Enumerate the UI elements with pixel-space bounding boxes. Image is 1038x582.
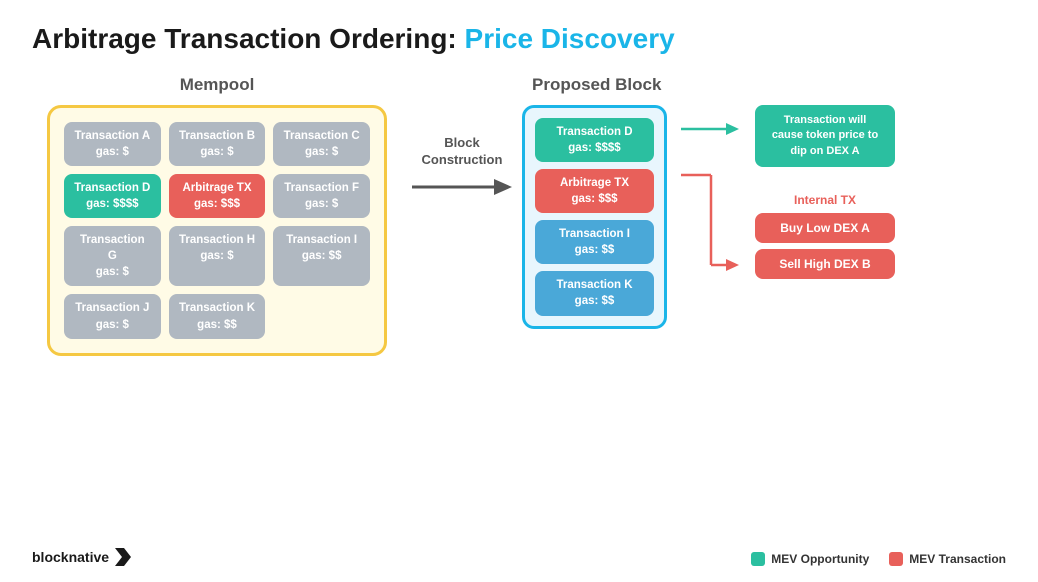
arrow-section: BlockConstruction xyxy=(402,135,522,201)
legend-mev-transaction-label: MEV Transaction xyxy=(909,552,1006,566)
tx-g: Transaction Ggas: $ xyxy=(64,226,161,286)
legend-mev-transaction: MEV Transaction xyxy=(889,552,1006,566)
internal-tx-label: Internal TX xyxy=(755,193,895,207)
mempool-section: Mempool Transaction Agas: $ Transaction … xyxy=(32,75,402,356)
mempool-label: Mempool xyxy=(180,75,255,95)
block-content: Transaction Dgas: $$$$ Arbitrage TXgas: … xyxy=(522,105,1006,329)
proposed-block-section: Proposed Block Transaction Dgas: $$$$ Ar… xyxy=(522,75,1006,329)
block-tx-i: Transaction Igas: $$ xyxy=(535,220,654,264)
title-main: Arbitrage Transaction Ordering: xyxy=(32,23,465,54)
block-tx-arb: Arbitrage TXgas: $$$ xyxy=(535,169,654,213)
internal-tx-box: Internal TX Buy Low DEX A Sell High DEX … xyxy=(755,193,895,279)
logo-text: blocknative xyxy=(32,549,109,565)
block-tx-k: Transaction Kgas: $$ xyxy=(535,271,654,315)
connecting-arrows-svg xyxy=(681,105,741,305)
sell-high-card: Sell High DEX B xyxy=(755,249,895,279)
tx-b: Transaction Bgas: $ xyxy=(169,122,266,166)
logo: blocknative xyxy=(32,548,131,566)
tx-h: Transaction Hgas: $ xyxy=(169,226,266,286)
legend-dot-red xyxy=(889,552,903,566)
legend-mev-opportunity: MEV Opportunity xyxy=(751,552,869,566)
tx-d: Transaction Dgas: $$$$ xyxy=(64,174,161,218)
logo-icon xyxy=(113,548,131,566)
proposed-block-box: Transaction Dgas: $$$$ Arbitrage TXgas: … xyxy=(522,105,667,329)
block-tx-d: Transaction Dgas: $$$$ xyxy=(535,118,654,162)
title-accent: Price Discovery xyxy=(465,23,675,54)
main-arrow xyxy=(412,173,512,201)
tx-c: Transaction Cgas: $ xyxy=(273,122,370,166)
tx-a: Transaction Agas: $ xyxy=(64,122,161,166)
tx-j: Transaction Jgas: $ xyxy=(64,294,161,338)
legend-mev-opportunity-label: MEV Opportunity xyxy=(771,552,869,566)
main-content: Mempool Transaction Agas: $ Transaction … xyxy=(32,75,1006,566)
arrow-label: BlockConstruction xyxy=(422,135,503,169)
internal-tx-cards: Buy Low DEX A Sell High DEX B xyxy=(755,213,895,279)
page-title: Arbitrage Transaction Ordering: Price Di… xyxy=(32,24,1006,55)
tx-k: Transaction Kgas: $$ xyxy=(169,294,266,338)
legend-dot-teal xyxy=(751,552,765,566)
annotations: Transaction will cause token price to di… xyxy=(755,105,895,279)
buy-low-card: Buy Low DEX A xyxy=(755,213,895,243)
tx-f: Transaction Fgas: $ xyxy=(273,174,370,218)
legend: MEV Opportunity MEV Transaction xyxy=(751,552,1006,566)
page: Arbitrage Transaction Ordering: Price Di… xyxy=(0,0,1038,582)
tx-arb: Arbitrage TXgas: $$$ xyxy=(169,174,266,218)
mempool-box: Transaction Agas: $ Transaction Bgas: $ … xyxy=(47,105,387,356)
annotation-top: Transaction will cause token price to di… xyxy=(755,105,895,167)
tx-i: Transaction Igas: $$ xyxy=(273,226,370,286)
proposed-block-label: Proposed Block xyxy=(532,75,661,95)
